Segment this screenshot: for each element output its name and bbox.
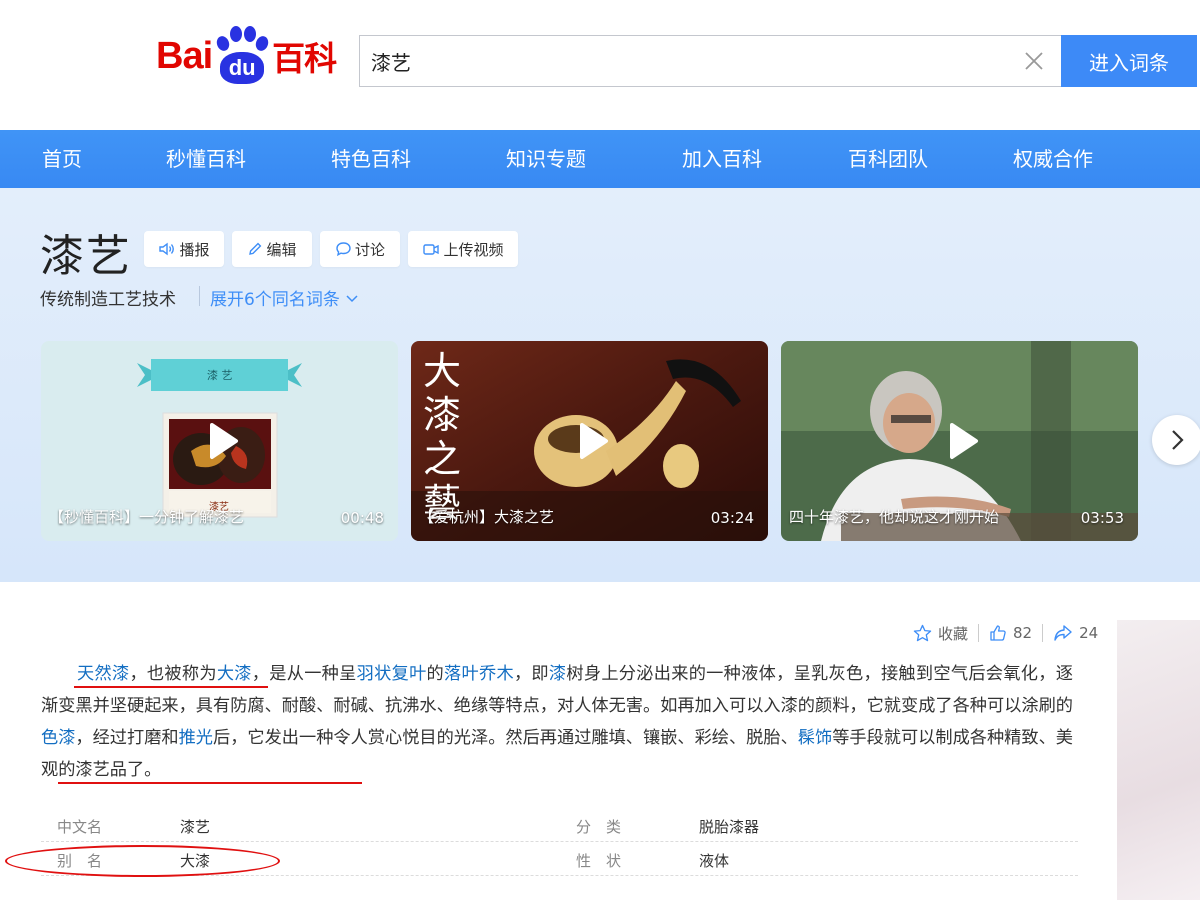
header: Bai du 百科 进入词条 (0, 0, 1200, 130)
link-xiushi[interactable]: 髹饰 (798, 728, 832, 748)
speaker-icon (159, 242, 175, 256)
video-caption-1: 【秒懂百科】一分钟了解漆艺 (49, 508, 245, 526)
discuss-label: 讨论 (354, 240, 385, 259)
edit-button[interactable]: 编辑 (232, 231, 312, 267)
link-pinnate-leaf[interactable]: 羽状复叶 (357, 664, 427, 684)
play-icon (209, 423, 238, 459)
info-value-category: 脱胎漆器 (699, 818, 760, 836)
share-button[interactable]: 24 (1053, 624, 1098, 642)
paw-icon: du (214, 26, 271, 86)
chevron-right-icon (1172, 430, 1184, 450)
video-duration-1: 00:48 (340, 509, 384, 527)
entry-summary: 天然漆，也被称为大漆，是从一种呈羽状复叶的落叶乔木，即漆树身上分泌出来的一种液体… (41, 664, 1073, 780)
info-label-category: 分 类 (576, 818, 622, 836)
share-count: 24 (1079, 624, 1099, 642)
nav-item-featured[interactable]: 特色百科 (331, 130, 411, 188)
page-title: 漆艺 (40, 231, 132, 282)
video-caption-2: 【爱杭州】大漆之艺 (419, 508, 555, 526)
play-icon (579, 423, 608, 459)
link-colored-lacquer[interactable]: 色漆 (41, 728, 75, 748)
like-button[interactable]: 82 (989, 624, 1032, 642)
video-camera-icon (423, 244, 440, 255)
nav-item-join[interactable]: 加入百科 (682, 130, 762, 188)
logo-baike-text: 百科 (272, 39, 337, 78)
entry-toolbar: 收藏 82 24 (913, 622, 1098, 644)
annotation-underline-1 (74, 686, 268, 688)
nav-item-topics[interactable]: 知识专题 (506, 130, 586, 188)
toolbar-divider (1042, 624, 1044, 642)
broadcast-button[interactable]: 播报 (144, 231, 224, 267)
video-card-1[interactable]: 漆 艺 漆艺 【秒懂百科】一分钟了解漆艺 00:48 (41, 341, 398, 541)
upload-video-button[interactable]: 上传视频 (408, 231, 518, 267)
annotation-underline-2 (58, 782, 362, 784)
enter-entry-button[interactable]: 进入词条 (1061, 35, 1197, 87)
carousel-next-button[interactable] (1152, 415, 1200, 465)
logo-du-text: du (220, 52, 265, 84)
chevron-down-icon (346, 294, 358, 302)
baidu-baike-logo[interactable]: Bai du 百科 (156, 26, 337, 86)
share-icon (1054, 625, 1072, 641)
annotation-ellipse (5, 845, 280, 877)
info-label-chinese-name: 中文名 (57, 818, 103, 836)
video-caption-3: 四十年漆艺，他却说这才刚开始 (789, 508, 1000, 526)
close-icon[interactable] (1023, 50, 1045, 72)
search-box (359, 35, 1061, 87)
thumbs-up-icon (990, 625, 1006, 641)
discuss-button[interactable]: 讨论 (320, 231, 400, 267)
collect-button[interactable]: 收藏 (913, 623, 968, 644)
toolbar-divider (978, 624, 980, 642)
link-dagi[interactable]: 大漆 (217, 664, 252, 684)
nav-item-cooperation[interactable]: 权威合作 (1013, 130, 1093, 188)
video-card-2[interactable]: 大漆之藝 【爱杭州】大漆之艺 03:24 (411, 341, 768, 541)
video-badge-text: 漆 艺 (207, 369, 233, 382)
info-label-property: 性 状 (576, 852, 622, 870)
side-image (1117, 620, 1200, 900)
main-nav: 首页 秒懂百科 特色百科 知识专题 加入百科 百科团队 权威合作 (0, 130, 1200, 188)
like-count: 82 (1013, 624, 1033, 642)
info-value-chinese-name: 漆艺 (180, 818, 211, 836)
link-polishing[interactable]: 推光 (179, 728, 213, 748)
link-lacquer[interactable]: 漆 (549, 664, 566, 684)
subtitle-divider (199, 286, 200, 306)
logo-bai-text: Bai (156, 34, 213, 77)
pencil-icon (249, 242, 262, 255)
video-card-3[interactable]: 四十年漆艺，他却说这才刚开始 03:53 (781, 341, 1138, 541)
broadcast-label: 播报 (179, 240, 210, 259)
entry-subtitle: 传统制造工艺技术 (40, 290, 176, 310)
nav-item-miaodong[interactable]: 秒懂百科 (166, 130, 246, 188)
info-row: 中文名 漆艺 分 类 脱胎漆器 (41, 808, 1078, 842)
edit-label: 编辑 (266, 240, 297, 259)
nav-item-team[interactable]: 百科团队 (848, 130, 928, 188)
entry-hero: 漆艺 播报 编辑 讨论 上传视频 传统制造工艺技术 展开6个同名词条 漆 艺 漆… (0, 188, 1200, 582)
video-duration-2: 03:24 (710, 509, 754, 527)
chat-bubble-icon (336, 242, 351, 257)
info-value-property: 液体 (699, 852, 730, 870)
main-content: 收藏 82 24 天然漆，也被称为大漆，是从一种呈羽状复叶的落叶乔木，即漆树身上… (0, 582, 1200, 900)
upload-video-label: 上传视频 (443, 240, 504, 259)
link-natural-lacquer[interactable]: 天然漆 (77, 664, 129, 684)
star-icon (913, 624, 932, 642)
expand-homonyms-link[interactable]: 展开6个同名词条 (210, 285, 360, 310)
search-input[interactable] (360, 36, 1000, 86)
expand-homonyms-label: 展开6个同名词条 (210, 290, 340, 310)
video-duration-3: 03:53 (1080, 509, 1124, 527)
video-calligraphy-text: 大漆之藝 (423, 349, 462, 525)
link-deciduous-tree[interactable]: 落叶乔木 (444, 664, 514, 684)
collect-label: 收藏 (938, 624, 969, 643)
nav-item-home[interactable]: 首页 (42, 130, 82, 188)
play-icon (949, 423, 978, 459)
